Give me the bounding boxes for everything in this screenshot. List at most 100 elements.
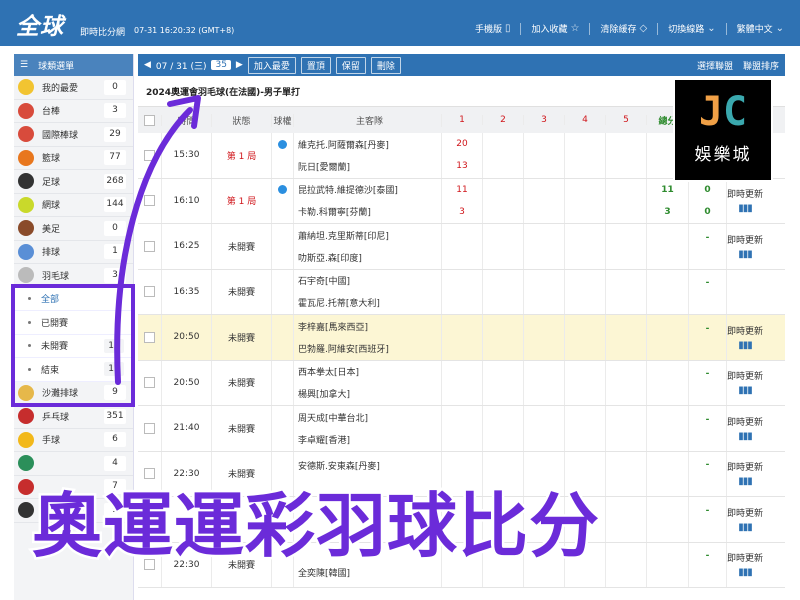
delete-button[interactable]: 刪除: [370, 56, 401, 74]
update-cell[interactable]: 即時更新 ▮▮▮: [727, 361, 763, 406]
next-date-icon[interactable]: ▶: [236, 60, 243, 70]
live-update-link: 即時更新: [727, 417, 764, 428]
stats-chart-icon[interactable]: ▮▮▮: [738, 476, 752, 487]
sidebar-item-items-1[interactable]: 台棒 3: [14, 100, 133, 123]
row-checkbox[interactable]: [138, 360, 162, 405]
select-league-button[interactable]: 選擇聯盟: [697, 59, 733, 72]
nav-item-1[interactable]: 加入收藏 ☆: [531, 22, 579, 35]
sport-ball-icon: [18, 431, 34, 448]
col-set-4: 4: [565, 115, 606, 125]
nav-item-3[interactable]: 切換線路 ⌄: [668, 22, 715, 35]
point-score: -: [689, 497, 727, 542]
table-row[interactable]: 16:25 未開賽 蕭納坦.克里斯蒂[印尼] 叻斯亞.森[印度] - 即時更新 ▮▮▮: [138, 224, 785, 270]
sidebar-item-count: 3: [104, 103, 126, 119]
update-cell[interactable]: 即時更新 ▮▮▮: [727, 497, 763, 542]
stats-chart-icon[interactable]: ▮▮▮: [738, 385, 752, 396]
update-cell[interactable]: 即時更新 ▮▮▮: [727, 224, 763, 269]
sidebar-item-count: 4: [104, 455, 126, 471]
select-all-checkbox[interactable]: [138, 114, 162, 126]
set-3-score: [524, 224, 565, 269]
table-row[interactable]: 16:35 未開賽 石宇奇[中國] 霍瓦尼.托蒂[意大利] -: [138, 269, 785, 315]
set-4-score: [565, 360, 606, 405]
stats-chart-icon[interactable]: ▮▮▮: [738, 203, 752, 214]
update-cell[interactable]: 即時更新 ▮▮▮: [727, 179, 763, 224]
update-cell[interactable]: 即時更新 ▮▮▮: [727, 543, 763, 588]
sidebar-item-more_items-2[interactable]: 手球 6: [14, 429, 133, 452]
set-5-score: [606, 406, 647, 451]
sidebar-item-more_items-1[interactable]: 乒乓球 351: [14, 405, 133, 429]
sidebar-header: ☰ 球類選單: [14, 54, 133, 76]
menu-icon[interactable]: ☰: [20, 60, 28, 70]
nav-item-4[interactable]: 繁體中文 ⌄: [737, 22, 784, 35]
update-cell[interactable]: 即時更新 ▮▮▮: [727, 452, 763, 497]
row-checkbox[interactable]: [138, 178, 162, 223]
point-score: -: [689, 315, 727, 360]
sport-ball-icon: [18, 173, 34, 190]
current-datetime: 07-31 16:20:32 (GMT+8): [134, 26, 235, 35]
promo-headline: 奧運運彩羽球比分: [30, 483, 602, 570]
set-2-score: [483, 315, 524, 360]
sidebar-item-items-2[interactable]: 國際棒球 29: [14, 123, 133, 147]
site-logo[interactable]: 全球: [16, 7, 64, 41]
sidebar-item-more_items-0[interactable]: 沙灘排球 9: [14, 382, 133, 405]
sidebar-item-count: 144: [104, 197, 126, 213]
stats-chart-icon[interactable]: ▮▮▮: [738, 522, 752, 533]
stats-chart-icon[interactable]: ▮▮▮: [738, 567, 752, 578]
sport-ball-icon: [18, 126, 34, 143]
nav-item-0[interactable]: 手機版 ▯: [475, 22, 511, 35]
row-checkbox[interactable]: [138, 224, 162, 269]
sidebar-subitem-1[interactable]: 已開賽: [14, 311, 133, 335]
set-4-score: [565, 406, 606, 451]
row-checkbox[interactable]: [138, 133, 162, 178]
table-row[interactable]: 16:10 第 1 局 昆拉武特.維提德沙[泰國] 卡勒.科爾寧[芬蘭] 11 3 11 3 0…: [138, 178, 785, 224]
row-checkbox[interactable]: [138, 406, 162, 451]
table-row[interactable]: 20:50 未開賽 西本拳太[日本] 楊興[加拿大] - 即時更新 ▮▮▮: [138, 360, 785, 406]
update-cell[interactable]: [727, 270, 763, 315]
sidebar-item-items-4[interactable]: 足球 268: [14, 170, 133, 194]
jc-badge-subtitle: 娛樂城: [694, 145, 752, 165]
sidebar-item-items-6[interactable]: 美足 0: [14, 217, 133, 241]
nav-item-2[interactable]: 清除緩存 ◇: [600, 22, 647, 35]
sidebar-item-items-0[interactable]: 我的最愛 0: [14, 76, 133, 100]
sidebar-item-items-8[interactable]: 羽毛球 3: [14, 264, 133, 288]
prev-date-icon[interactable]: ◀: [144, 60, 151, 70]
keep-button[interactable]: 保留: [335, 56, 366, 74]
table-row[interactable]: 21:40 未開賽 周天成[中華台北] 李卓耀[香港] - 即時更新 ▮▮▮: [138, 406, 785, 452]
match-status: 未開賽: [212, 315, 272, 360]
pin-top-button[interactable]: 置頂: [300, 56, 331, 74]
match-status: 第 1 局: [212, 178, 272, 223]
home-team: 昆拉武特.維提德沙[泰國]: [298, 186, 398, 197]
home-set-score: 11: [456, 184, 468, 195]
game-score: [647, 360, 689, 405]
sidebar-subitem-0[interactable]: 全部: [14, 287, 133, 311]
stats-chart-icon[interactable]: ▮▮▮: [738, 249, 752, 260]
sidebar-item-label: 國際棒球: [42, 130, 79, 141]
sidebar-subitem-3[interactable]: 結束 15: [14, 358, 133, 382]
sidebar-item-label: 我的最愛: [42, 83, 79, 94]
league-sort-button[interactable]: 聯盟排序: [743, 59, 779, 72]
nav-label: 加入收藏: [531, 25, 568, 35]
sidebar-item-items-7[interactable]: 排球 1: [14, 241, 133, 264]
row-checkbox[interactable]: [138, 315, 162, 360]
col-set-5: 5: [606, 115, 647, 125]
away-set-score: 3: [459, 206, 465, 217]
match-time: 15:30: [162, 133, 212, 178]
stats-chart-icon[interactable]: ▮▮▮: [738, 431, 752, 442]
nav-label: 手機版: [474, 25, 502, 35]
update-cell[interactable]: 即時更新 ▮▮▮: [727, 406, 763, 451]
sport-ball-icon: [18, 243, 34, 260]
stats-chart-icon[interactable]: ▮▮▮: [738, 340, 752, 351]
home-point: -: [705, 323, 710, 334]
sidebar-subitem-2[interactable]: 未開賽 18: [14, 334, 133, 358]
game-score: [647, 224, 689, 269]
col-serve: 球權: [272, 113, 294, 127]
table-row[interactable]: 20:50 未開賽 李梓嘉[馬來西亞] 巴勃羅.阿維安[西班牙] - 即時更新 ▮▮▮: [138, 315, 785, 361]
sidebar-item-items-5[interactable]: 網球 144: [14, 194, 133, 217]
row-checkbox[interactable]: [138, 269, 162, 314]
home-point: -: [705, 414, 710, 425]
sidebar-item-items-3[interactable]: 籃球 77: [14, 147, 133, 170]
live-update-link: 即時更新: [727, 190, 764, 201]
add-favorite-button[interactable]: 加入最愛: [247, 56, 296, 74]
update-cell[interactable]: 即時更新 ▮▮▮: [727, 315, 763, 360]
top-header: 全球 即時比分網 07-31 16:20:32 (GMT+8) 手機版 ▯ 加入收藏…: [0, 0, 800, 46]
